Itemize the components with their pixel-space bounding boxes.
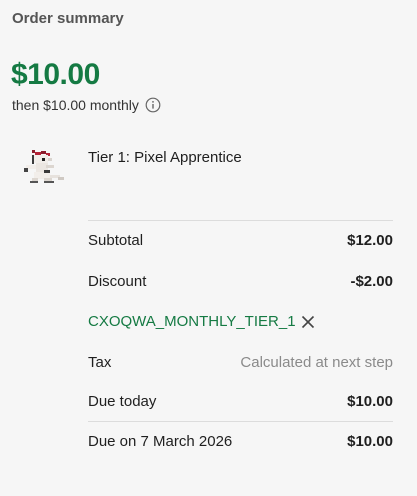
due-later-label: Due on 7 March 2026 (88, 433, 233, 450)
due-today-value: $10.00 (347, 393, 393, 410)
due-today-row: Due today $10.00 (88, 393, 393, 410)
discount-value: -$2.00 (350, 273, 393, 290)
info-icon[interactable] (145, 97, 161, 113)
discount-row: Discount -$2.00 (88, 273, 393, 290)
subtotal-value: $12.00 (347, 232, 393, 249)
discount-label: Discount (88, 273, 147, 290)
tax-value: Calculated at next step (240, 354, 393, 371)
tax-row: Tax Calculated at next step (88, 354, 393, 371)
coupon-code: CXOQWA_MONTHLY_TIER_1 (88, 313, 296, 330)
product-name: Tier 1: Pixel Apprentice (88, 149, 242, 166)
divider (88, 421, 393, 422)
due-later-row: Due on 7 March 2026 $10.00 (88, 433, 393, 450)
product-image (24, 150, 64, 183)
divider (88, 220, 393, 221)
recurring-price-text: then $10.00 monthly (12, 97, 139, 113)
due-today-label: Due today (88, 393, 157, 410)
total-price: $10.00 (11, 58, 100, 91)
subtotal-row: Subtotal $12.00 (88, 232, 393, 249)
subtotal-label: Subtotal (88, 232, 144, 249)
remove-coupon-icon[interactable] (300, 314, 316, 330)
applied-coupon: CXOQWA_MONTHLY_TIER_1 (88, 313, 316, 330)
recurring-price-note: then $10.00 monthly (12, 97, 161, 113)
due-later-value: $10.00 (347, 433, 393, 450)
tax-label: Tax (88, 354, 112, 371)
order-summary-title: Order summary (12, 10, 124, 27)
